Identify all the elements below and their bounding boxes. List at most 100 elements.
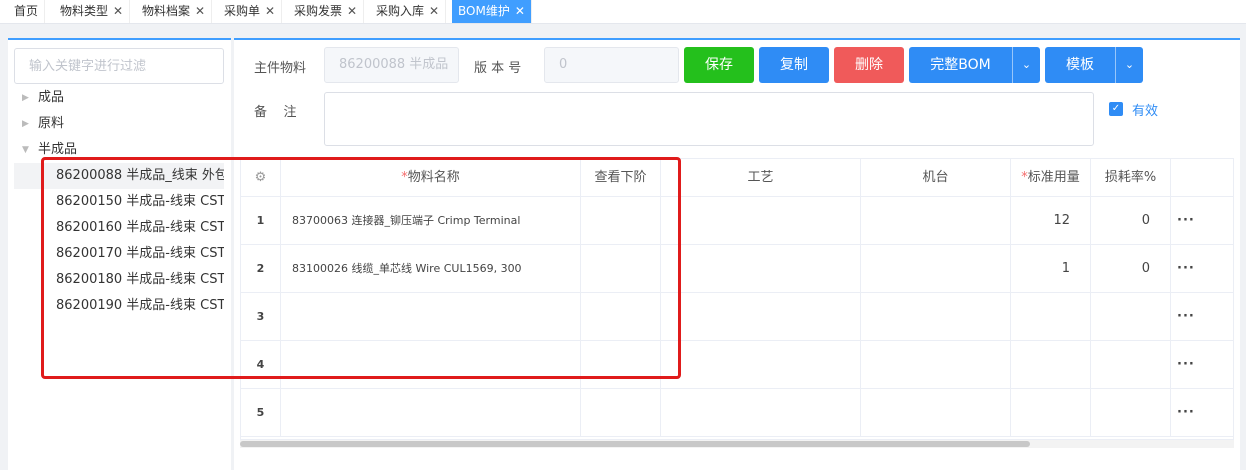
loss-rate-cell[interactable] bbox=[1091, 389, 1171, 437]
tab-bom-maintenance[interactable]: BOM维护 ✕ bbox=[452, 0, 532, 23]
template-label: 模板 bbox=[1066, 57, 1094, 73]
std-qty-cell[interactable]: 12 bbox=[1011, 197, 1091, 245]
version-field[interactable]: 0 bbox=[544, 47, 679, 83]
caret-right-icon[interactable]: ▶ bbox=[22, 111, 29, 137]
main-material-field[interactable]: 86200088 半成品 bbox=[324, 47, 459, 83]
tree-child-item[interactable]: 86200170 半成品-线束 CST bbox=[14, 241, 224, 267]
header-loss-rate: 损耗率% bbox=[1091, 159, 1171, 197]
remark-textarea[interactable] bbox=[324, 92, 1094, 146]
machine-cell[interactable] bbox=[861, 197, 1011, 245]
tree-node-label: 原料 bbox=[38, 116, 65, 131]
chevron-down-icon[interactable]: ⌄ bbox=[1012, 47, 1040, 83]
delete-button[interactable]: 删除 bbox=[834, 47, 904, 83]
caret-down-icon[interactable]: ▼ bbox=[22, 137, 29, 163]
close-icon[interactable]: ✕ bbox=[113, 4, 123, 18]
row-number: 2 bbox=[241, 245, 281, 293]
template-button[interactable]: 模板 ⌄ bbox=[1045, 47, 1143, 83]
row-number: 3 bbox=[241, 293, 281, 341]
process-cell[interactable] bbox=[661, 245, 861, 293]
tree-child-item[interactable]: 86200088 半成品_线束 外包 bbox=[14, 163, 224, 189]
tab-purchase-invoice[interactable]: 采购发票 ✕ bbox=[288, 0, 365, 23]
main-material-label: 主件物料 bbox=[254, 61, 307, 76]
header-label: 标准用量 bbox=[1027, 170, 1080, 185]
header-view-lower: 查看下阶 bbox=[581, 159, 661, 197]
tab-material-archive[interactable]: 物料档案 ✕ bbox=[136, 0, 213, 23]
process-cell[interactable] bbox=[661, 293, 861, 341]
tree-filter-input[interactable] bbox=[14, 48, 224, 84]
more-icon[interactable]: ··· bbox=[1171, 341, 1233, 389]
tree-node-label: 成品 bbox=[38, 90, 65, 105]
tab-purchase-order[interactable]: 采购单 ✕ bbox=[218, 0, 283, 23]
material-name-cell[interactable] bbox=[281, 341, 581, 389]
horizontal-scrollbar[interactable] bbox=[240, 440, 1234, 448]
close-icon[interactable]: ✕ bbox=[195, 4, 205, 18]
caret-right-icon[interactable]: ▶ bbox=[22, 85, 29, 111]
tab-label: 采购单 bbox=[224, 4, 261, 18]
tab-label: 采购入库 bbox=[376, 4, 425, 18]
std-qty-cell[interactable] bbox=[1011, 341, 1091, 389]
chevron-down-icon[interactable]: ⌄ bbox=[1115, 47, 1143, 83]
tree-node-label: 半成品 bbox=[38, 142, 78, 157]
tab-material-type[interactable]: 物料类型 ✕ bbox=[54, 0, 131, 23]
tree-child-item[interactable]: 86200180 半成品-线束 CST bbox=[14, 267, 224, 293]
tab-label: BOM维护 bbox=[458, 4, 510, 18]
std-qty-cell[interactable]: 1 bbox=[1011, 245, 1091, 293]
more-icon[interactable]: ··· bbox=[1171, 389, 1233, 437]
view-lower-cell[interactable] bbox=[581, 197, 661, 245]
tab-purchase-receipt[interactable]: 采购入库 ✕ bbox=[370, 0, 447, 23]
more-icon[interactable]: ··· bbox=[1171, 245, 1233, 293]
category-tree-panel: ▶ 成品 ▶ 原料 ▼ 半成品 86200088 半成品_线束 外包 86200… bbox=[8, 38, 231, 470]
copy-button[interactable]: 复制 bbox=[759, 47, 829, 83]
tree-child-item[interactable]: 86200150 半成品-线束 CST bbox=[14, 189, 224, 215]
close-icon[interactable]: ✕ bbox=[429, 4, 439, 18]
view-lower-cell[interactable] bbox=[581, 245, 661, 293]
view-lower-cell[interactable] bbox=[581, 389, 661, 437]
material-name-cell[interactable]: 83100026 线缆_单芯线 Wire CUL1569, 300 bbox=[281, 245, 581, 293]
loss-rate-cell[interactable] bbox=[1091, 341, 1171, 389]
loss-rate-cell[interactable]: 0 bbox=[1091, 245, 1171, 293]
valid-checkbox-label[interactable]: 有效 bbox=[1132, 100, 1158, 119]
loss-rate-cell[interactable] bbox=[1091, 293, 1171, 341]
std-qty-cell[interactable] bbox=[1011, 293, 1091, 341]
checkbox-checked-icon[interactable]: ✓ bbox=[1109, 102, 1123, 116]
bom-lines-grid: ⚙ *物料名称 查看下阶 工艺 机台 *标准用量 损耗率% 1 83700063… bbox=[240, 158, 1234, 440]
column-settings-icon[interactable]: ⚙ bbox=[241, 159, 281, 197]
close-icon[interactable]: ✕ bbox=[265, 4, 275, 18]
row-number: 5 bbox=[241, 389, 281, 437]
remark-label: 备 注 bbox=[254, 105, 297, 120]
machine-cell[interactable] bbox=[861, 389, 1011, 437]
machine-cell[interactable] bbox=[861, 341, 1011, 389]
bom-editor-panel: 主件物料 86200088 半成品 版 本 号 0 保存 复制 删除 完整BOM… bbox=[234, 38, 1240, 470]
process-cell[interactable] bbox=[661, 197, 861, 245]
tree-child-item[interactable]: 86200190 半成品-线束 CST bbox=[14, 293, 224, 319]
header-machine: 机台 bbox=[861, 159, 1011, 197]
material-name-cell[interactable] bbox=[281, 389, 581, 437]
material-name-cell[interactable]: 83700063 连接器_铆压端子 Crimp Terminal bbox=[281, 197, 581, 245]
tree-child-item[interactable]: 86200160 半成品-线束 CST bbox=[14, 215, 224, 241]
full-bom-label: 完整BOM bbox=[930, 57, 991, 73]
view-lower-cell[interactable] bbox=[581, 341, 661, 389]
scrollbar-thumb[interactable] bbox=[240, 441, 1030, 447]
save-button[interactable]: 保存 bbox=[684, 47, 754, 83]
view-lower-cell[interactable] bbox=[581, 293, 661, 341]
machine-cell[interactable] bbox=[861, 245, 1011, 293]
more-icon[interactable]: ··· bbox=[1171, 293, 1233, 341]
tab-bar: 首页 物料类型 ✕ 物料档案 ✕ 采购单 ✕ 采购发票 ✕ 采购入库 ✕ BOM维护 ✕ bbox=[0, 0, 1246, 24]
header-label: 物料名称 bbox=[407, 170, 460, 185]
process-cell[interactable] bbox=[661, 341, 861, 389]
process-cell[interactable] bbox=[661, 389, 861, 437]
row-number: 1 bbox=[241, 197, 281, 245]
tab-home[interactable]: 首页 bbox=[8, 0, 46, 23]
close-icon[interactable]: ✕ bbox=[347, 4, 357, 18]
std-qty-cell[interactable] bbox=[1011, 389, 1091, 437]
tab-label: 首页 bbox=[14, 4, 39, 18]
header-actions bbox=[1171, 159, 1233, 197]
material-name-cell[interactable] bbox=[281, 293, 581, 341]
tab-label: 采购发票 bbox=[294, 4, 343, 18]
close-icon[interactable]: ✕ bbox=[515, 4, 525, 18]
row-number: 4 bbox=[241, 341, 281, 389]
loss-rate-cell[interactable]: 0 bbox=[1091, 197, 1171, 245]
more-icon[interactable]: ··· bbox=[1171, 197, 1233, 245]
full-bom-button[interactable]: 完整BOM ⌄ bbox=[909, 47, 1040, 83]
machine-cell[interactable] bbox=[861, 293, 1011, 341]
